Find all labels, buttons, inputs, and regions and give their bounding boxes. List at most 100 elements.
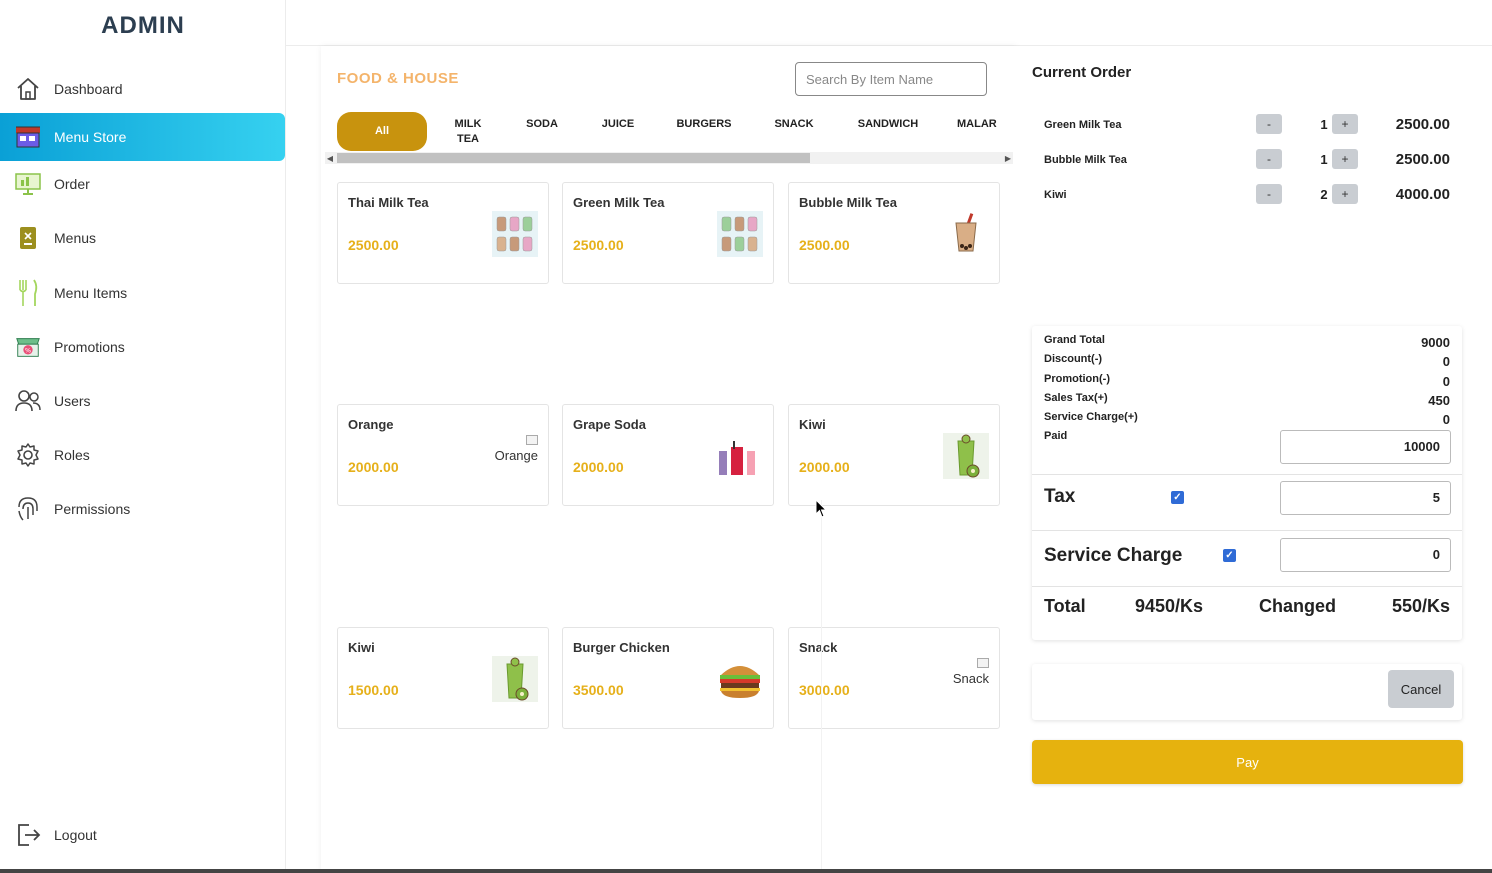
product-card[interactable]: Bubble Milk Tea 2500.00 <box>788 182 1000 284</box>
bubble-tea-image <box>943 211 989 257</box>
product-card[interactable]: Grape Soda 2000.00 <box>562 404 774 506</box>
increase-qty-button[interactable]: + <box>1332 114 1358 134</box>
increase-qty-button[interactable]: + <box>1332 184 1358 204</box>
product-card[interactable]: Green Milk Tea 2500.00 <box>562 182 774 284</box>
tab-burgers[interactable]: BURGERS <box>669 112 739 152</box>
mouse-cursor-icon <box>815 498 829 524</box>
tax-checkbox[interactable]: ✓ <box>1171 491 1184 504</box>
tab-label: MILK TEA <box>454 118 482 145</box>
product-card[interactable]: Snack 3000.00 Snack <box>788 627 1000 729</box>
service-charge-checkbox[interactable]: ✓ <box>1223 549 1236 562</box>
sidebar-item-label: Promotions <box>54 339 125 355</box>
order-item-price: 2500.00 <box>1395 116 1450 133</box>
product-card[interactable]: Burger Chicken 3500.00 <box>562 627 774 729</box>
logout-label: Logout <box>54 827 97 843</box>
soda-image <box>717 433 763 479</box>
broken-image: Snack <box>953 658 989 686</box>
cancel-button[interactable]: Cancel <box>1388 670 1454 708</box>
product-price: 2500.00 <box>799 237 850 253</box>
scroll-left-arrow[interactable]: ◀ <box>325 152 335 164</box>
milk-tea-image <box>492 211 538 257</box>
gear-icon <box>14 441 42 469</box>
pay-button[interactable]: Pay <box>1032 740 1463 784</box>
divider <box>821 500 822 873</box>
total-value: 9450/Ks <box>1135 596 1204 616</box>
grand-total-label: Grand Total <box>1044 334 1105 346</box>
product-name: Kiwi <box>348 640 375 655</box>
store-title: FOOD & HOUSE <box>337 70 459 87</box>
sidebar-item-label: Menus <box>54 230 97 246</box>
service-charge-input[interactable]: 0 <box>1280 538 1451 572</box>
product-name: Orange <box>348 417 394 432</box>
product-card[interactable]: Kiwi 2000.00 <box>788 404 1000 506</box>
sidebar-item-promotions[interactable]: % Promotions <box>0 323 285 371</box>
order-line: Kiwi - 2 + 4000.00 <box>1044 184 1450 208</box>
product-price: 2000.00 <box>573 459 624 475</box>
category-tabs: All MILK TEA SODA JUICE BURGERS SNACK SA… <box>337 112 1003 156</box>
monitor-icon <box>14 170 42 198</box>
order-title: Current Order <box>1032 64 1132 81</box>
sidebar-item-roles[interactable]: Roles <box>0 431 285 479</box>
order-item-price: 4000.00 <box>1395 186 1450 203</box>
tab-juice[interactable]: JUICE <box>593 112 643 152</box>
product-card[interactable]: Thai Milk Tea 2500.00 <box>337 182 549 284</box>
shop-promo-icon: % <box>14 333 42 361</box>
tab-sandwich[interactable]: SANDWICH <box>849 112 927 152</box>
tax-input[interactable]: 5 <box>1280 481 1451 515</box>
sidebar-item-menus[interactable]: Menus <box>0 214 285 262</box>
decrease-qty-button[interactable]: - <box>1256 114 1282 134</box>
tab-all[interactable]: All <box>337 112 427 151</box>
product-card[interactable]: Kiwi 1500.00 <box>337 627 549 729</box>
grand-total-row: Grand Total 9000 <box>1044 334 1450 352</box>
discount-row: Discount(-) 0 <box>1044 353 1450 371</box>
decrease-qty-button[interactable]: - <box>1256 184 1282 204</box>
scroll-right-arrow[interactable]: ▶ <box>1003 152 1013 164</box>
logout-button[interactable]: Logout <box>0 811 285 859</box>
sidebar-item-label: Menu Items <box>54 285 128 301</box>
changed-label: Changed <box>1259 596 1337 616</box>
store-icon <box>14 123 42 151</box>
brand-title: ADMIN <box>101 12 185 39</box>
tab-snack[interactable]: SNACK <box>769 112 819 152</box>
fingerprint-icon <box>14 495 42 523</box>
grand-total-value: 9000 <box>1421 335 1450 350</box>
product-name: Kiwi <box>799 417 826 432</box>
product-price: 3000.00 <box>799 682 850 698</box>
product-price: 2000.00 <box>348 459 399 475</box>
sales-tax-row: Sales Tax(+) 450 <box>1044 392 1450 410</box>
sidebar-item-permissions[interactable]: Permissions <box>0 485 285 533</box>
sidebar-item-menu-items[interactable]: Menu Items <box>0 269 285 317</box>
tab-soda[interactable]: SODA <box>517 112 567 152</box>
image-alt-text: Snack <box>952 671 989 686</box>
product-price: 2500.00 <box>348 237 399 253</box>
increase-qty-button[interactable]: + <box>1332 149 1358 169</box>
sidebar-item-order[interactable]: Order <box>0 160 285 208</box>
divider <box>1032 586 1462 587</box>
tabs-scrollbar[interactable]: ◀ ▶ <box>325 152 1013 164</box>
cancel-container: Cancel <box>1032 664 1462 720</box>
sidebar-item-users[interactable]: Users <box>0 377 285 425</box>
product-card[interactable]: Orange 2000.00 Orange <box>337 404 549 506</box>
decrease-qty-button[interactable]: - <box>1256 149 1282 169</box>
order-item-price: 2500.00 <box>1395 151 1450 168</box>
paid-input[interactable]: 10000 <box>1280 430 1451 464</box>
users-icon <box>14 387 42 415</box>
svg-text:%: % <box>25 347 31 355</box>
search-input[interactable] <box>795 62 987 96</box>
sales-tax-value: 450 <box>1428 393 1450 408</box>
sidebar-item-menu-store[interactable]: Menu Store <box>0 113 285 161</box>
image-alt-text: Orange <box>494 448 538 463</box>
order-item-name: Kiwi <box>1044 189 1067 201</box>
tax-label: Tax <box>1044 486 1076 507</box>
tab-milk-tea[interactable]: MILK TEA <box>443 112 493 152</box>
bottom-strip <box>0 869 1492 873</box>
current-order-panel: Current Order Green Milk Tea - 1 + 2500.… <box>1016 46 1478 873</box>
order-item-name: Bubble Milk Tea <box>1044 154 1127 166</box>
order-line: Green Milk Tea - 1 + 2500.00 <box>1044 114 1450 138</box>
home-icon <box>14 75 42 103</box>
scrollbar-thumb[interactable] <box>337 153 810 163</box>
tab-malar[interactable]: MALAR <box>957 112 1003 152</box>
service-charge-title: Service Charge <box>1044 545 1183 566</box>
sidebar-item-dashboard[interactable]: Dashboard <box>0 65 285 113</box>
changed-value: 550/Ks <box>1391 596 1450 616</box>
